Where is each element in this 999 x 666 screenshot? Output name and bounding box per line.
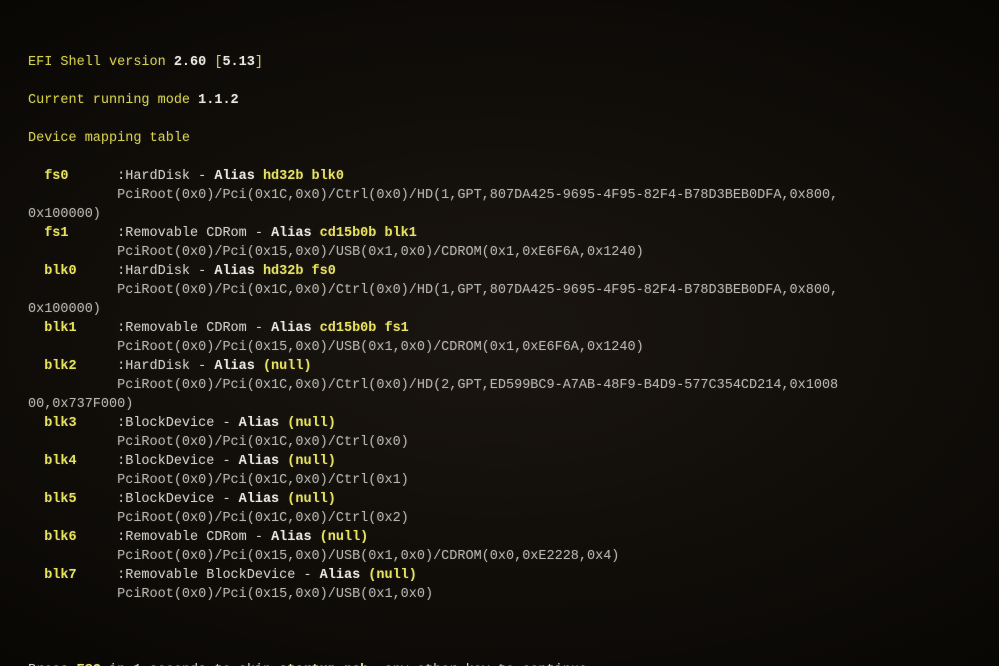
device-path: PciRoot(0x0)/Pci(0x1C,0x0)/Ctrl(0x0)/HD(…: [28, 376, 971, 395]
device-path-overflow: 0x100000): [28, 205, 971, 224]
device-name: blk2: [28, 359, 117, 374]
device-name: fs0: [28, 169, 117, 184]
device-entry-header: blk3 :BlockDevice - Alias (null): [28, 414, 971, 433]
bracket-open: [: [206, 55, 222, 70]
alias-label: Alias: [214, 359, 263, 374]
alias-value: hd32b fs0: [263, 264, 336, 279]
alias-value: (null): [263, 359, 312, 374]
device-entry-header: blk4 :BlockDevice - Alias (null): [28, 452, 971, 471]
device-path: PciRoot(0x0)/Pci(0x1C,0x0)/Ctrl(0x0)/HD(…: [28, 186, 971, 205]
header-line-2: Current running mode 1.1.2: [28, 91, 971, 110]
blank-line: [28, 623, 971, 642]
device-type: :HardDisk -: [117, 359, 214, 374]
device-type: :BlockDevice -: [117, 416, 239, 431]
version: 2.60: [174, 55, 206, 70]
alias-label: Alias: [271, 321, 320, 336]
efi-shell-screen: EFI Shell version 2.60 [5.13] Current ru…: [0, 0, 999, 666]
device-name: blk4: [28, 454, 117, 469]
device-name: blk5: [28, 492, 117, 507]
mode-label: Current running mode: [28, 93, 198, 108]
device-name: blk1: [28, 321, 117, 336]
mode-value: 1.1.2: [198, 93, 239, 108]
header-line-1: EFI Shell version 2.60 [5.13]: [28, 53, 971, 72]
device-entry-header: blk7 :Removable BlockDevice - Alias (nul…: [28, 566, 971, 585]
device-path: PciRoot(0x0)/Pci(0x15,0x0)/USB(0x1,0x0)/…: [28, 547, 971, 566]
device-type: :HardDisk -: [117, 169, 214, 184]
alias-value: hd32b blk0: [263, 169, 344, 184]
device-mapping-entries: fs0 :HardDisk - Alias hd32b blk0 PciRoot…: [28, 167, 971, 604]
title-prefix: EFI Shell version: [28, 55, 174, 70]
alias-label: Alias: [320, 568, 369, 583]
alias-value: (null): [287, 492, 336, 507]
device-name: blk7: [28, 568, 117, 583]
bracket-close: ]: [255, 55, 263, 70]
startup-prompt-line: Press ESC in 1 seconds to skip startup.n…: [28, 661, 971, 666]
device-type: :Removable BlockDevice -: [117, 568, 320, 583]
alias-label: Alias: [239, 416, 288, 431]
device-table-header: Device mapping table: [28, 129, 971, 148]
device-name: fs1: [28, 226, 117, 241]
alias-value: (null): [287, 454, 336, 469]
device-entry-header: blk1 :Removable CDRom - Alias cd15b0b fs…: [28, 319, 971, 338]
device-path-overflow: 0x100000): [28, 300, 971, 319]
device-name: blk0: [28, 264, 117, 279]
device-entry-header: blk6 :Removable CDRom - Alias (null): [28, 528, 971, 547]
device-path: PciRoot(0x0)/Pci(0x1C,0x0)/Ctrl(0x0): [28, 433, 971, 452]
device-type: :Removable CDRom -: [117, 321, 271, 336]
device-path-overflow: 00,0x737F000): [28, 395, 971, 414]
device-name: blk3: [28, 416, 117, 431]
device-path: PciRoot(0x0)/Pci(0x1C,0x0)/Ctrl(0x2): [28, 509, 971, 528]
device-entry-header: blk5 :BlockDevice - Alias (null): [28, 490, 971, 509]
device-path: PciRoot(0x0)/Pci(0x15,0x0)/USB(0x1,0x0)/…: [28, 338, 971, 357]
alias-label: Alias: [214, 169, 263, 184]
alias-value: (null): [287, 416, 336, 431]
device-entry-header: blk0 :HardDisk - Alias hd32b fs0: [28, 262, 971, 281]
device-type: :Removable CDRom -: [117, 530, 271, 545]
alias-value: (null): [368, 568, 417, 583]
device-type: :BlockDevice -: [117, 454, 239, 469]
alias-label: Alias: [214, 264, 263, 279]
device-entry-header: blk2 :HardDisk - Alias (null): [28, 357, 971, 376]
device-path: PciRoot(0x0)/Pci(0x1C,0x0)/Ctrl(0x1): [28, 471, 971, 490]
device-entry-header: fs1 :Removable CDRom - Alias cd15b0b blk…: [28, 224, 971, 243]
device-type: :BlockDevice -: [117, 492, 239, 507]
device-path: PciRoot(0x0)/Pci(0x1C,0x0)/Ctrl(0x0)/HD(…: [28, 281, 971, 300]
device-path: PciRoot(0x0)/Pci(0x15,0x0)/USB(0x1,0x0): [28, 585, 971, 604]
device-type: :Removable CDRom -: [117, 226, 271, 241]
alias-value: cd15b0b blk1: [320, 226, 417, 241]
alias-label: Alias: [271, 226, 320, 241]
table-label: Device mapping table: [28, 131, 190, 146]
bracket-version: 5.13: [222, 55, 254, 70]
device-entry-header: fs0 :HardDisk - Alias hd32b blk0: [28, 167, 971, 186]
alias-label: Alias: [271, 530, 320, 545]
alias-value: (null): [320, 530, 369, 545]
device-name: blk6: [28, 530, 117, 545]
alias-label: Alias: [239, 454, 288, 469]
device-path: PciRoot(0x0)/Pci(0x15,0x0)/USB(0x1,0x0)/…: [28, 243, 971, 262]
alias-label: Alias: [239, 492, 288, 507]
device-type: :HardDisk -: [117, 264, 214, 279]
alias-value: cd15b0b fs1: [320, 321, 409, 336]
